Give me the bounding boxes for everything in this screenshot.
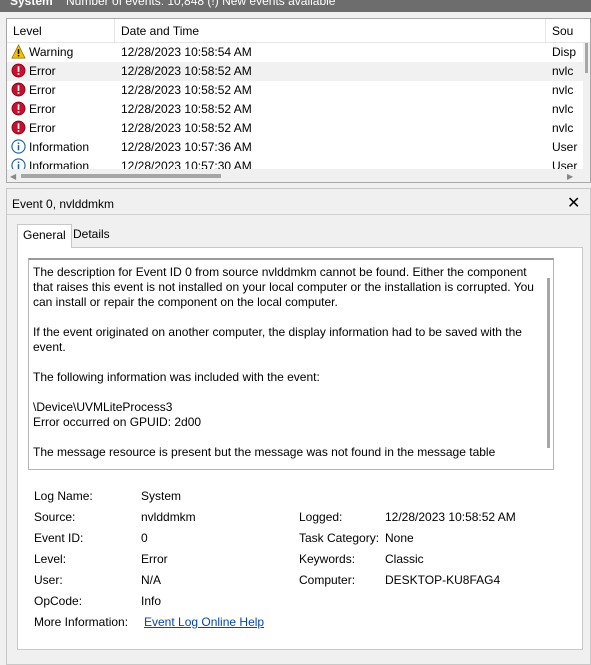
divider (7, 214, 591, 215)
level-cell: Error (11, 62, 56, 81)
grid-vertical-scrollbar[interactable] (583, 43, 590, 169)
info-icon (11, 139, 29, 154)
column-header-level[interactable]: Level (7, 19, 115, 43)
tab-details[interactable]: Details (68, 224, 115, 246)
description-scroll-thumb[interactable] (547, 278, 550, 448)
grid-horizontal-scrollbar[interactable]: ◀ ▶ (7, 169, 590, 182)
level-cell: Warning (11, 43, 73, 62)
computer-value: DESKTOP-KU8FAG4 (385, 573, 501, 587)
log-name-label: Log Name: (34, 489, 93, 503)
datetime-cell: 12/28/2023 10:57:36 AM (121, 140, 252, 154)
source-cell: Disp (552, 45, 577, 59)
logged-label: Logged: (299, 510, 343, 524)
scroll-left-icon[interactable]: ◀ (10, 172, 16, 181)
user-label: User: (34, 573, 63, 587)
event-count-text: Number of events: 10,848 (!) New events … (66, 0, 336, 8)
event-description-text: The description for Event ID 0 from sour… (33, 265, 543, 475)
column-header-source[interactable]: Sou (546, 19, 590, 43)
column-header-date[interactable]: Date and Time (115, 19, 546, 43)
level-cell: Information (11, 138, 89, 157)
level-text: Information (29, 140, 90, 154)
error-icon (11, 120, 29, 135)
datetime-cell: 12/28/2023 10:58:52 AM (121, 83, 252, 97)
grid-header: Level Date and Time Sou (7, 19, 590, 43)
level-value: Error (141, 552, 168, 566)
events-grid[interactable]: Level Date and Time Sou Warning 12/28/202… (6, 18, 591, 183)
log-name-value: System (141, 489, 182, 503)
datetime-cell: 12/28/2023 10:58:52 AM (121, 102, 252, 116)
source-cell: nvlc (552, 64, 574, 78)
source-cell: nvlc (552, 83, 574, 97)
description-paragraph: If the event originated on another compu… (33, 325, 522, 354)
table-row[interactable]: Error 12/28/2023 10:58:52 AM nvlc (7, 62, 590, 81)
source-cell: nvlc (552, 102, 574, 116)
general-tab-panel: The description for Event ID 0 from sour… (17, 247, 583, 650)
level-text: Warning (29, 45, 74, 59)
table-row[interactable]: Error 12/28/2023 10:58:52 AM nvlc (7, 100, 590, 119)
more-information-label: More Information: (34, 615, 129, 629)
close-icon[interactable]: ✕ (567, 193, 580, 213)
table-row[interactable]: Warning 12/28/2023 10:58:54 AM Disp (7, 43, 590, 62)
datetime-cell: 12/28/2023 10:58:54 AM (121, 45, 252, 59)
table-row[interactable]: Error 12/28/2023 10:58:52 AM nvlc (7, 119, 590, 138)
source-cell: User (552, 140, 578, 154)
description-paragraph: \Device\UVMLiteProcess3 Error occurred o… (33, 400, 202, 429)
event-id-label: Event ID: (34, 531, 84, 545)
opcode-value: Info (141, 594, 162, 608)
computer-label: Computer: (299, 573, 356, 587)
datetime-cell: 12/28/2023 10:58:52 AM (121, 64, 252, 78)
event-detail-pane: Event 0, nvlddmkm ✕ General Details The … (6, 188, 591, 665)
description-paragraph: The following information was included w… (33, 370, 320, 384)
description-paragraph: The description for Event ID 0 from sour… (33, 265, 534, 309)
scroll-right-icon[interactable]: ▶ (567, 172, 573, 181)
grid-vscroll-thumb[interactable] (585, 43, 588, 73)
task-category-label: Task Category: (299, 531, 380, 545)
source-cell: nvlc (552, 121, 574, 135)
level-label: Level: (34, 552, 67, 566)
event-description-box[interactable]: The description for Event ID 0 from sour… (28, 258, 554, 470)
description-paragraph: The message resource is present but the … (33, 445, 496, 459)
error-icon (11, 63, 29, 78)
grid-hscroll-thumb[interactable] (21, 174, 221, 178)
level-text: Error (29, 102, 56, 116)
tab-general[interactable]: General (17, 224, 72, 248)
event-log-online-help-link[interactable]: Event Log Online Help (144, 615, 264, 630)
error-icon (11, 101, 29, 116)
event-id-value: 0 (141, 531, 148, 545)
log-name-title: System (10, 0, 53, 8)
user-value: N/A (141, 573, 162, 587)
level-text: Error (29, 83, 56, 97)
source-value: nvlddmkm (141, 510, 196, 524)
table-row[interactable]: Information 12/28/2023 10:57:36 AM User (7, 138, 590, 157)
opcode-label: OpCode: (34, 594, 83, 608)
keywords-label: Keywords: (299, 552, 356, 566)
keywords-value: Classic (385, 552, 424, 566)
description-scrollbar[interactable] (544, 260, 553, 468)
grid-rows: Warning 12/28/2023 10:58:54 AM Disp Error 12… (7, 43, 590, 176)
event-detail-title: Event 0, nvlddmkm (12, 197, 115, 211)
level-cell: Error (11, 81, 56, 100)
table-row[interactable]: Error 12/28/2023 10:58:52 AM nvlc (7, 81, 590, 100)
error-icon (11, 82, 29, 97)
level-cell: Error (11, 100, 56, 119)
window-titlebar: System Number of events: 10,848 (!) New … (0, 0, 591, 12)
logged-value: 12/28/2023 10:58:52 AM (385, 510, 516, 524)
level-cell: Error (11, 119, 56, 138)
source-label: Source: (34, 510, 76, 524)
level-text: Error (29, 64, 56, 78)
task-category-value: None (385, 531, 414, 545)
datetime-cell: 12/28/2023 10:58:52 AM (121, 121, 252, 135)
level-text: Error (29, 121, 56, 135)
warning-icon (11, 44, 29, 59)
